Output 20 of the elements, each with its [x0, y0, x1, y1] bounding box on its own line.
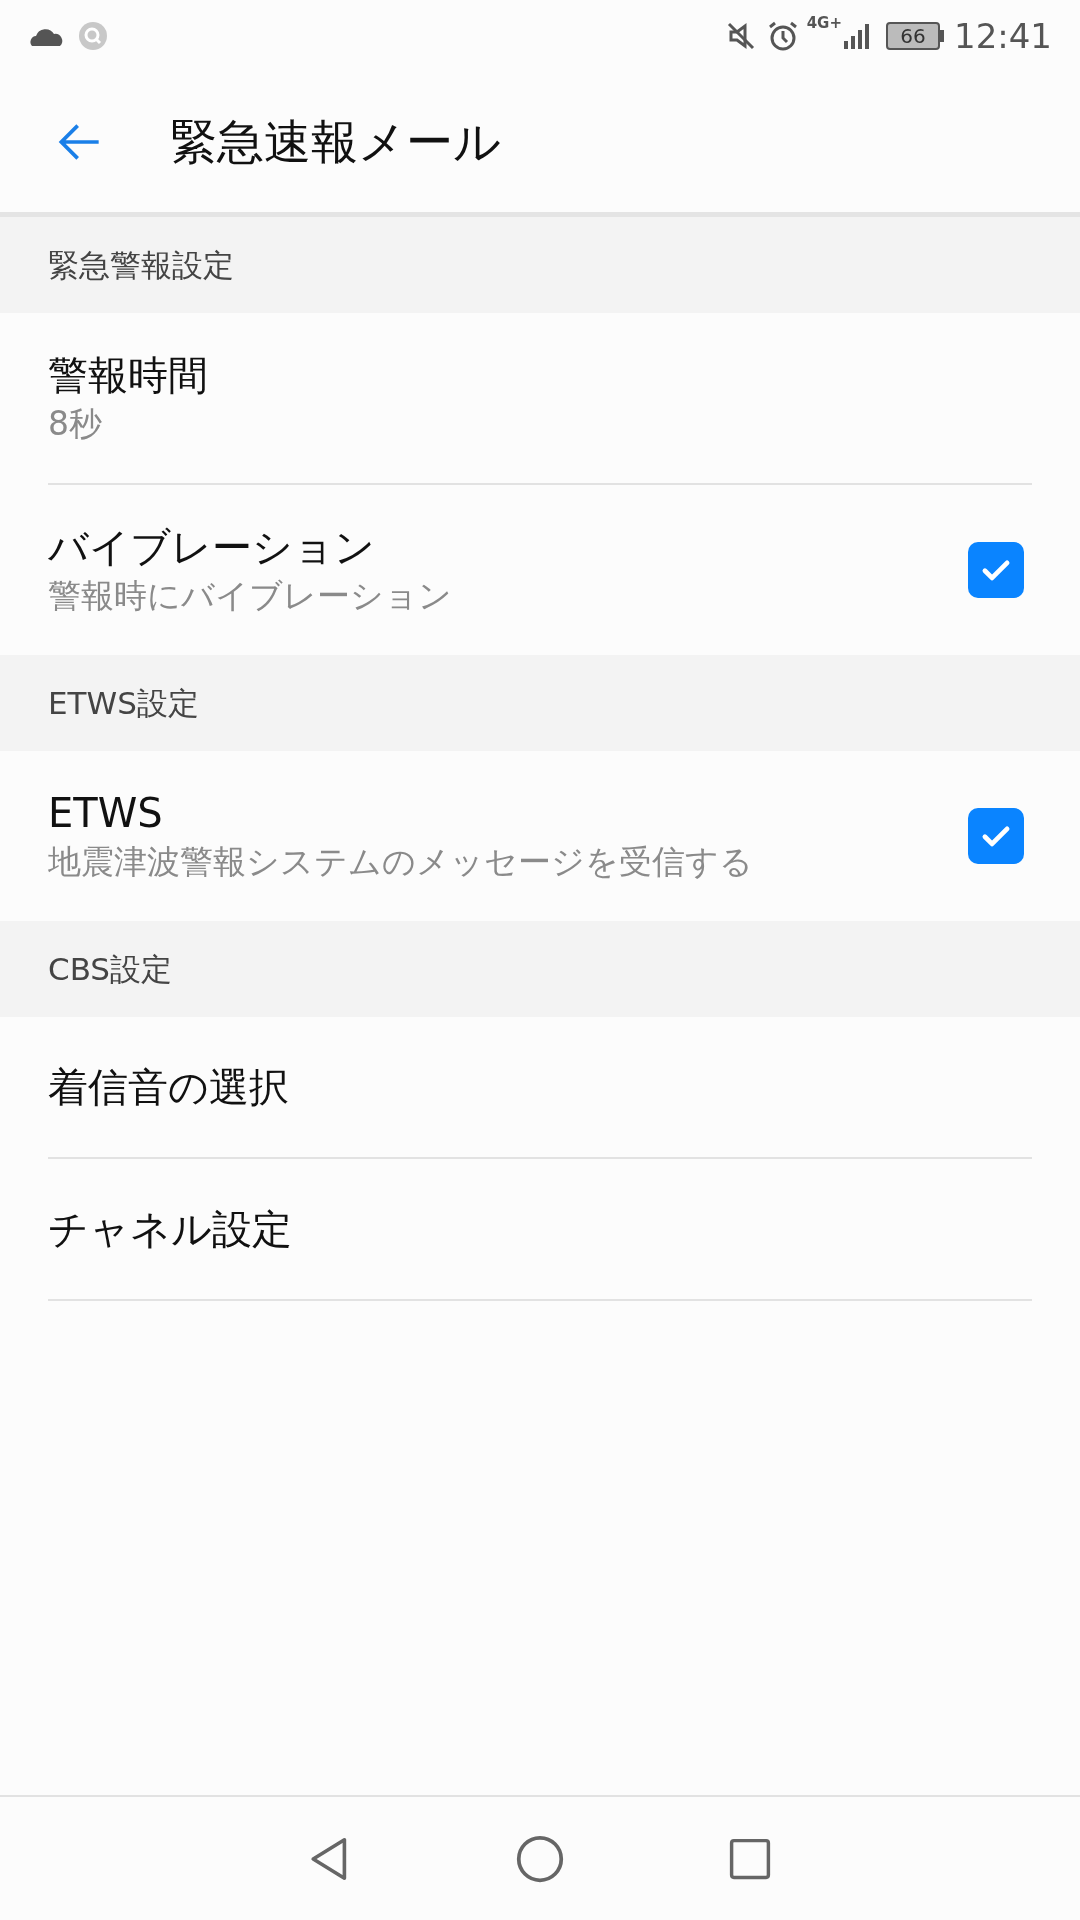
setting-title: 警報時間: [48, 351, 209, 400]
battery-indicator: 66: [886, 22, 940, 50]
setting-title: ETWS: [48, 789, 164, 838]
clock: 12:41: [954, 14, 1052, 58]
section-header: 緊急警報設定: [0, 217, 1080, 313]
setting-title: バイブレーション: [48, 523, 376, 572]
checkbox[interactable]: [968, 808, 1024, 864]
setting-title: チャネル設定: [48, 1205, 293, 1254]
screen-title: 緊急速報メール: [170, 112, 501, 171]
setting-title: 着信音の選択: [48, 1063, 290, 1112]
signal-icon: [842, 21, 872, 51]
alarm-icon: [766, 20, 799, 52]
network-type: 4G+: [806, 16, 842, 31]
search-bubble-icon: [78, 21, 108, 51]
setting-summary: 警報時にバイブレーション: [48, 575, 453, 617]
section-header: ETWS設定: [0, 655, 1080, 751]
checkbox[interactable]: [968, 542, 1024, 598]
setting-summary: 8秒: [48, 403, 103, 445]
section-header: CBS設定: [0, 921, 1080, 1017]
setting-summary: 地震津波警報システムのメッセージを受信する: [48, 841, 754, 883]
